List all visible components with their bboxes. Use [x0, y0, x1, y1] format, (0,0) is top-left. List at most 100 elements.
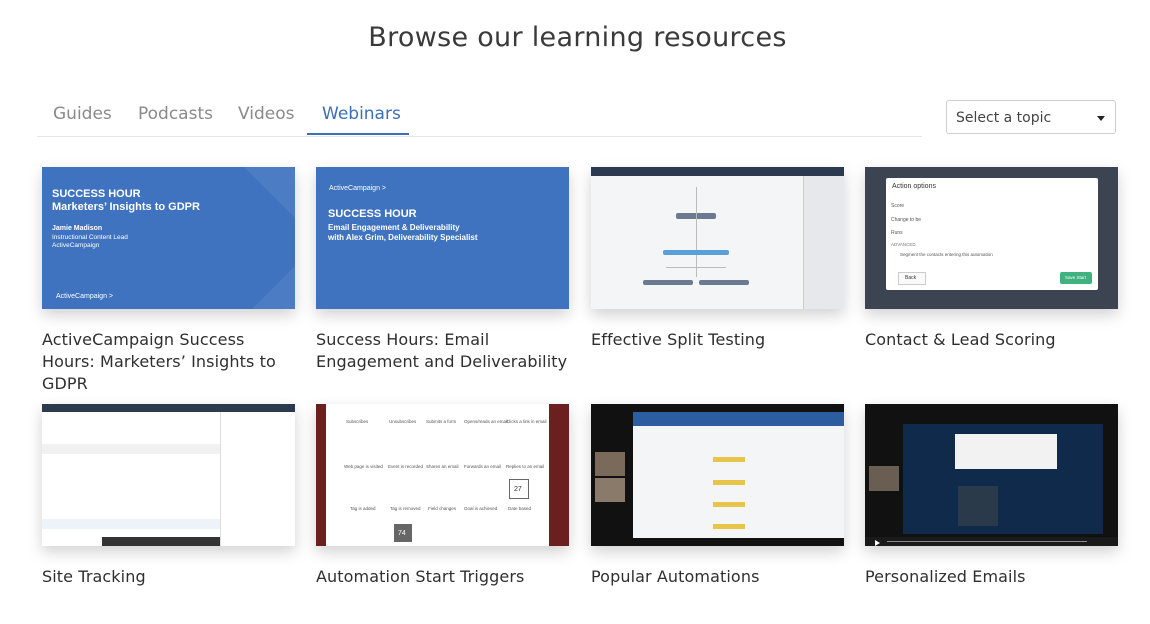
trigger-label: Opens/reads an email [464, 419, 509, 424]
counter-badge: 74 [394, 524, 412, 542]
webinar-thumbnail[interactable] [865, 404, 1118, 546]
flow-node [713, 480, 745, 485]
trigger-label: Tag is removed [390, 506, 421, 511]
runs-label: Runs [891, 230, 903, 236]
progress-track[interactable] [887, 541, 1087, 542]
play-icon[interactable] [875, 540, 880, 546]
card-title[interactable]: Contact & Lead Scoring [865, 329, 1118, 351]
active-tab-indicator [307, 133, 409, 135]
webinar-card[interactable]: Action options Score Change to be Runs A… [865, 167, 1118, 351]
webinar-thumbnail[interactable] [591, 167, 844, 309]
app-topbar [591, 167, 844, 176]
webinar-card[interactable]: SUCCESS HOUR Marketers’ Insights to GDPR… [42, 167, 295, 395]
trigger-label: Shares an email [426, 464, 459, 469]
trigger-label: Unsubscribes [389, 419, 417, 424]
webinar-thumbnail[interactable]: SUCCESS HOUR Marketers’ Insights to GDPR… [42, 167, 295, 309]
slide-subheading: Marketers’ Insights to GDPR [52, 201, 200, 213]
webinar-card[interactable]: ActiveCampaign > SUCCESS HOUR Email Enga… [316, 167, 569, 373]
tab-guides[interactable]: Guides [53, 104, 112, 124]
webinar-thumbnail[interactable]: Subscribes Unsubscribes Submits a form O… [316, 404, 569, 546]
presenter-video [869, 466, 899, 491]
webinar-card[interactable]: Subscribes Unsubscribes Submits a form O… [316, 404, 569, 588]
slide-presenter: Jamie Madison [52, 225, 103, 232]
tab-webinars[interactable]: Webinars [322, 104, 401, 124]
slide-subheading: Email Engagement & Deliverability [328, 223, 460, 232]
flow-node [643, 280, 693, 285]
webinar-card[interactable]: Popular Automations [591, 404, 844, 588]
webinar-card[interactable]: Personalized Emails [865, 404, 1118, 588]
topic-select[interactable]: Select a topic [946, 100, 1116, 134]
flow-line [666, 267, 726, 268]
caret-down-icon [1097, 116, 1105, 121]
calendar-date: 27 [514, 486, 522, 493]
flow-node [713, 524, 745, 529]
content-block [958, 486, 998, 526]
back-label: Back [905, 275, 917, 281]
tab-videos[interactable]: Videos [238, 104, 295, 124]
card-title[interactable]: Automation Start Triggers [316, 566, 569, 588]
frame-edge [316, 404, 326, 546]
action-options-dialog: Action options Score Change to be Runs A… [886, 178, 1098, 290]
webinar-thumbnail[interactable] [42, 404, 295, 546]
form-row [42, 444, 220, 454]
brand-logo: ActiveCampaign > [329, 185, 387, 192]
side-panel [803, 176, 844, 309]
slide-heading: SUCCESS HOUR [52, 188, 141, 200]
trigger-label: Subscribes [346, 419, 369, 424]
webinar-card[interactable]: Site Tracking [42, 404, 295, 588]
score-label: Score [891, 203, 905, 209]
segment-checkbox-label: Segment the contacts entering this autom… [900, 252, 993, 257]
video-controls[interactable] [865, 537, 1118, 546]
brand-logo: ActiveCampaign > [56, 293, 114, 300]
slide-presenter-role: Instructional Content Lead [52, 234, 128, 241]
trigger-label: Submits a form [426, 419, 457, 424]
resource-tabs: Guides Podcasts Videos Webinars [37, 96, 922, 137]
trigger-label: Replies to an email [506, 464, 545, 469]
modal-dialog [955, 434, 1057, 469]
save-label: Save Start [1065, 275, 1087, 280]
save-button: Save Start [1060, 272, 1092, 284]
advanced-label: ADVANCED [891, 242, 916, 247]
webinar-thumbnail[interactable] [591, 404, 844, 546]
trigger-grid: Subscribes Unsubscribes Submits a form O… [326, 404, 549, 546]
footer-bar [102, 537, 220, 546]
page-title: Browse our learning resources [368, 22, 787, 53]
card-title[interactable]: Personalized Emails [865, 566, 1118, 588]
dialog-title: Action options [892, 183, 936, 190]
presenter-video [595, 478, 625, 502]
webinar-thumbnail[interactable]: ActiveCampaign > SUCCESS HOUR Email Enga… [316, 167, 569, 309]
card-title[interactable]: Popular Automations [591, 566, 844, 588]
flow-node [699, 280, 749, 285]
card-title[interactable]: Success Hours: Email Engagement and Deli… [316, 329, 569, 373]
trigger-label: Event is recorded [388, 464, 424, 469]
card-title[interactable]: Effective Split Testing [591, 329, 844, 351]
shared-screen [903, 424, 1103, 534]
trigger-label: Field changes [428, 506, 457, 511]
slide-presenter-company: ActiveCampaign [52, 242, 100, 249]
webinar-card[interactable]: Effective Split Testing [591, 167, 844, 351]
change-label: Change to be [891, 217, 922, 223]
back-button: Back [898, 272, 926, 285]
slide-heading: SUCCESS HOUR [328, 208, 417, 220]
shared-screen [633, 412, 844, 538]
browser-bar [633, 412, 844, 426]
trigger-label: Date based [508, 506, 532, 511]
calendar-icon: 27 [509, 479, 529, 499]
card-title[interactable]: Site Tracking [42, 566, 295, 588]
card-title[interactable]: ActiveCampaign Success Hours: Marketers’… [42, 329, 295, 395]
trigger-label: Web page is visited [344, 464, 383, 469]
trigger-label: Clicks a link in email [506, 419, 547, 424]
tab-podcasts[interactable]: Podcasts [138, 104, 213, 124]
app-topbar [42, 404, 295, 412]
badge-count: 74 [398, 530, 406, 537]
chevron-graphic [126, 167, 295, 309]
slide-presenter: with Alex Grim, Deliverability Specialis… [328, 233, 478, 242]
flow-node [713, 502, 745, 507]
trigger-label: Goal is achieved [464, 506, 498, 511]
frame-edge [549, 404, 569, 546]
webinar-thumbnail[interactable]: Action options Score Change to be Runs A… [865, 167, 1118, 309]
flow-line [696, 187, 697, 277]
divider [220, 412, 221, 546]
trigger-label: Forwards an email [464, 464, 502, 469]
topic-select-value: Select a topic [956, 110, 1052, 126]
